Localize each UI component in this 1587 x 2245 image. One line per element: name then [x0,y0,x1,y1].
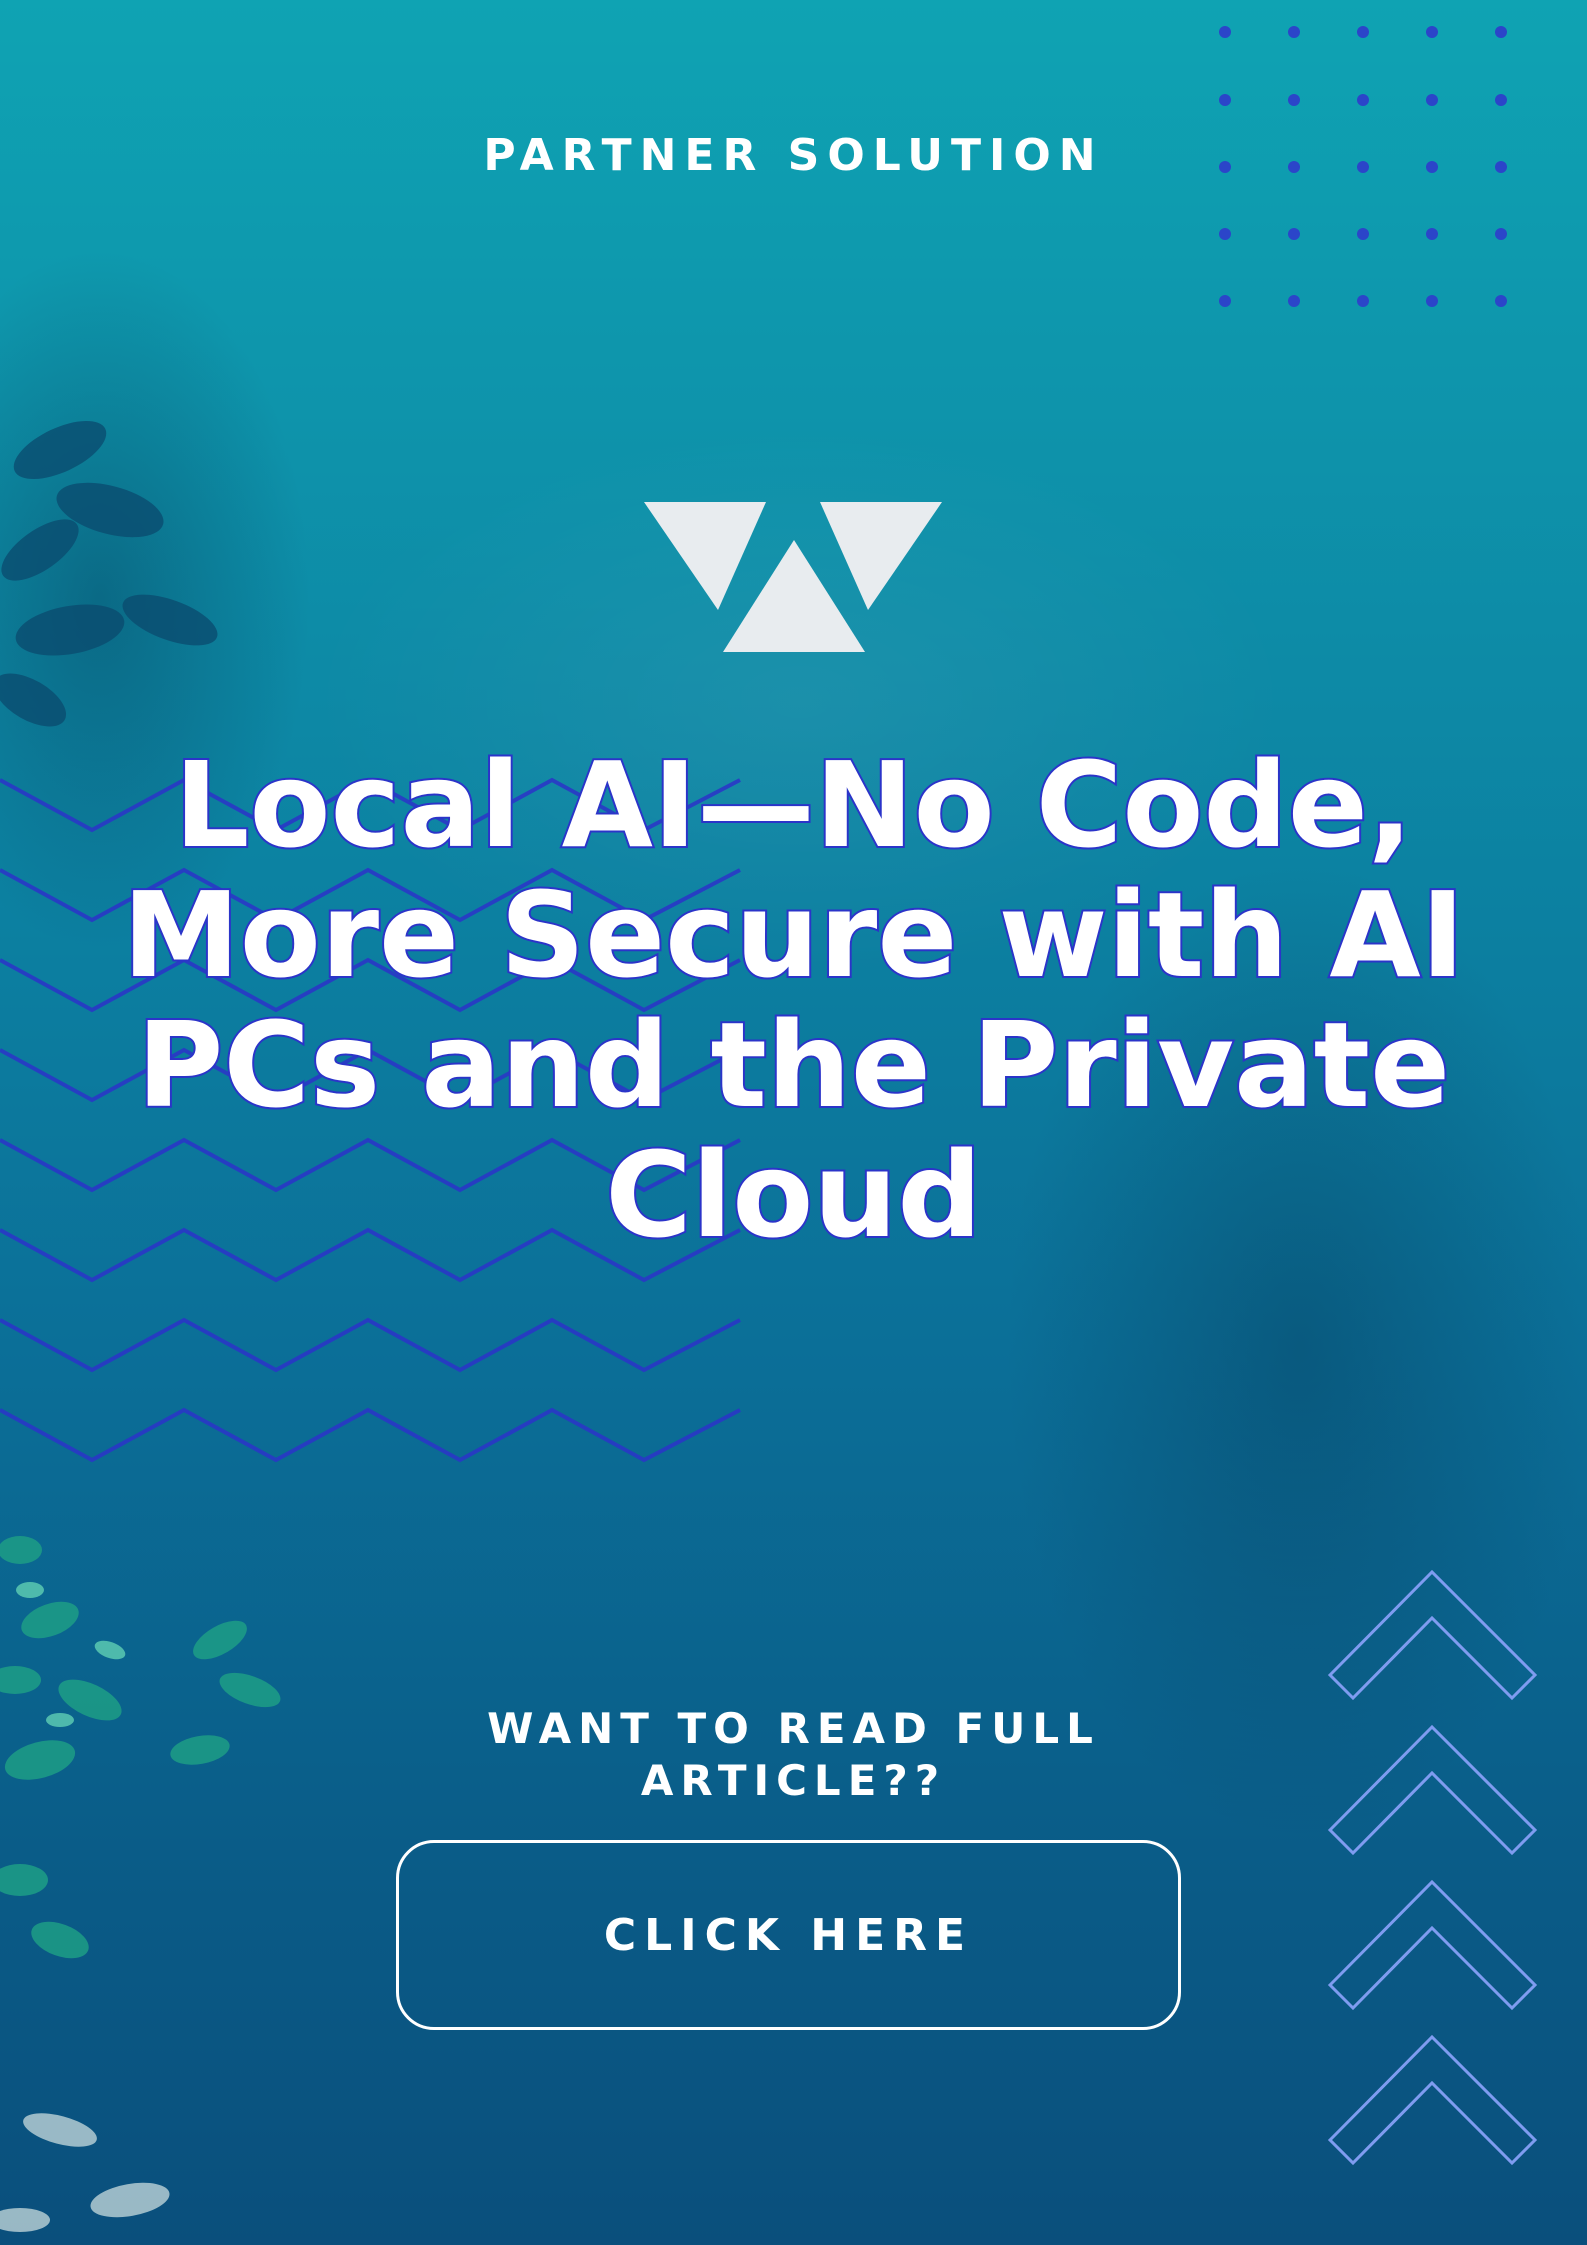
chevron-up-icon [1327,1570,1538,2166]
headline-line-3: PCs and the Private [135,996,1452,1134]
headline-line-2: More Secure with AI [120,866,1466,1004]
triangle-logo-icon [644,502,942,652]
poster: PARTNER SOLUTION Local AI—No Code, More … [0,0,1587,2245]
cta-prompt-line-1: WANT TO READ FULL [487,1704,1100,1753]
headline-line-1: Local AI—No Code, [172,736,1414,874]
eyebrow-label: PARTNER SOLUTION [483,130,1104,181]
foliage-silhouette-icon [0,420,218,727]
click-here-button[interactable]: CLICK HERE [396,1840,1181,2030]
plant-foliage-icon [0,1536,281,2232]
headline-line-4: Cloud [603,1126,984,1264]
click-here-button-label: CLICK HERE [603,1909,974,1961]
cta-prompt: WANT TO READ FULL ARTICLE?? [380,1703,1207,1807]
headline: Local AI—No Code, More Secure with AI PC… [80,736,1507,1264]
cta-prompt-line-2: ARTICLE?? [640,1756,947,1805]
